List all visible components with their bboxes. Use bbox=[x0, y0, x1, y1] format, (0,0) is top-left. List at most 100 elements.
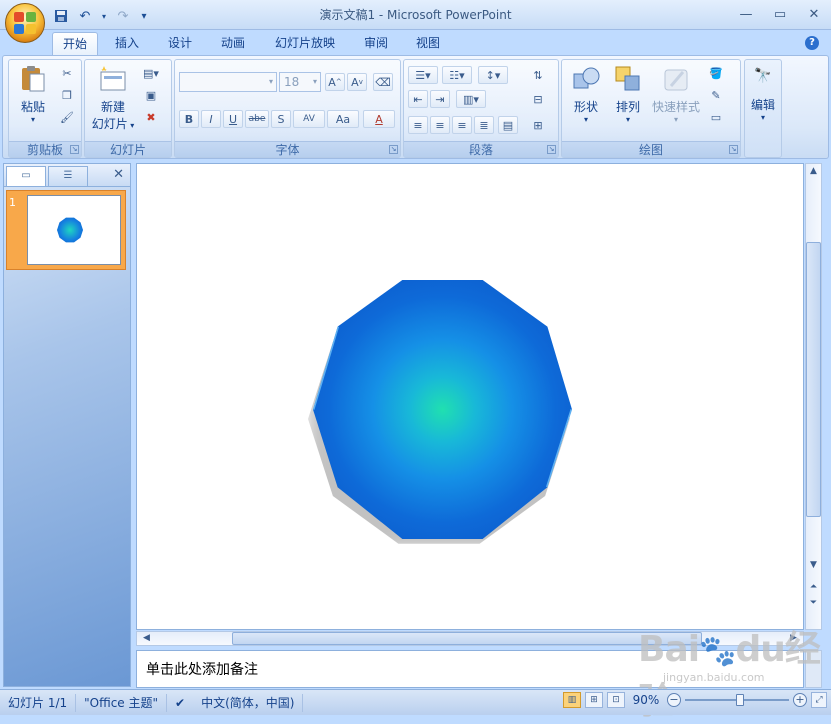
tab-slideshow[interactable]: 幻灯片放映 bbox=[265, 32, 345, 56]
char-spacing-button[interactable]: AV bbox=[293, 110, 325, 128]
reset-icon[interactable]: ▣ bbox=[141, 86, 161, 104]
increase-indent-icon[interactable]: ⇥ bbox=[430, 90, 450, 108]
numbering-icon[interactable]: ☷▾ bbox=[442, 66, 472, 84]
clipboard-group: 粘贴 ▾ ✂ ❐ 🖌 剪贴板 ↘ bbox=[8, 59, 82, 158]
slideshow-view-icon[interactable]: ⊡ bbox=[607, 692, 625, 708]
zoom-slider[interactable] bbox=[685, 693, 789, 707]
align-left-icon[interactable]: ≡ bbox=[408, 116, 428, 134]
paragraph-launcher-icon[interactable]: ↘ bbox=[547, 145, 556, 154]
shrink-font-icon[interactable]: Av bbox=[347, 73, 367, 91]
paste-button[interactable]: 粘贴 ▾ bbox=[13, 64, 53, 124]
shapes-button[interactable]: 形状 ▾ bbox=[566, 64, 606, 124]
shape-outline-icon[interactable]: ✎ bbox=[706, 86, 726, 104]
paste-dropdown-icon: ▾ bbox=[30, 115, 35, 124]
drawing-launcher-icon[interactable]: ↘ bbox=[729, 145, 738, 154]
align-center-icon[interactable]: ≡ bbox=[430, 116, 450, 134]
bullets-icon[interactable]: ☰▾ bbox=[408, 66, 438, 84]
outline-tab-icon[interactable]: ☰ bbox=[48, 166, 88, 186]
normal-view-icon[interactable]: ▥ bbox=[563, 692, 581, 708]
new-slide-label-1: 新建 bbox=[100, 100, 125, 114]
slide-indicator: 幻灯片 1/1 bbox=[0, 693, 77, 712]
tab-design[interactable]: 设计 bbox=[158, 32, 202, 56]
font-launcher-icon[interactable]: ↘ bbox=[389, 145, 398, 154]
quick-styles-button[interactable]: 快速样式 ▾ bbox=[650, 64, 702, 124]
close-panel-icon[interactable]: ✕ bbox=[113, 167, 124, 182]
panel-tabs: ▭ ☰ ✕ bbox=[3, 163, 131, 187]
font-name-combo[interactable]: ▾ bbox=[179, 72, 277, 92]
tab-animations[interactable]: 动画 bbox=[211, 32, 255, 56]
scroll-up-icon[interactable]: ▲ bbox=[806, 164, 821, 178]
layout-icon[interactable]: ▤▾ bbox=[141, 64, 161, 82]
paragraph-group-label: 段落 bbox=[404, 141, 558, 157]
smartart-icon[interactable]: ⊞ bbox=[528, 116, 548, 134]
strikethrough-button[interactable]: abe bbox=[245, 110, 269, 128]
format-painter-icon[interactable]: 🖌 bbox=[57, 108, 77, 126]
new-slide-button[interactable]: 新建 幻灯片 ▾ bbox=[89, 64, 137, 132]
tab-review[interactable]: 审阅 bbox=[354, 32, 398, 56]
align-text-icon[interactable]: ⊟ bbox=[528, 90, 548, 108]
scroll-left-icon[interactable]: ◀ bbox=[139, 632, 154, 645]
tab-insert[interactable]: 插入 bbox=[105, 32, 149, 56]
zoom-area: ▥ ⊞ ⊡ 90% − + ⤢ bbox=[563, 692, 827, 708]
justify-icon[interactable]: ≣ bbox=[474, 116, 494, 134]
bold-button[interactable]: B bbox=[179, 110, 199, 128]
vertical-scroll-thumb[interactable] bbox=[806, 242, 821, 517]
font-size-combo[interactable]: 18 ▾ bbox=[279, 72, 321, 92]
fit-to-window-icon[interactable]: ⤢ bbox=[811, 692, 827, 708]
prev-slide-icon[interactable]: ⏶ bbox=[806, 580, 821, 594]
shapes-label: 形状 bbox=[573, 100, 598, 114]
cut-icon[interactable]: ✂ bbox=[57, 64, 77, 82]
slides-group-label: 幻灯片 bbox=[85, 141, 171, 157]
scroll-down-icon[interactable]: ▼ bbox=[806, 558, 821, 572]
zoom-in-icon[interactable]: + bbox=[793, 693, 807, 707]
zoom-out-icon[interactable]: − bbox=[667, 693, 681, 707]
zoom-slider-knob[interactable] bbox=[736, 694, 744, 706]
minimize-icon[interactable]: — bbox=[729, 2, 763, 26]
slides-tab-icon[interactable]: ▭ bbox=[6, 166, 46, 186]
font-color-button[interactable]: A bbox=[363, 110, 395, 128]
window-title: 演示文稿1 - Microsoft PowerPoint bbox=[319, 8, 512, 22]
delete-slide-icon[interactable]: ✖ bbox=[141, 108, 161, 126]
quick-styles-icon bbox=[661, 64, 691, 94]
align-right-icon[interactable]: ≡ bbox=[452, 116, 472, 134]
clipboard-launcher-icon[interactable]: ↘ bbox=[70, 145, 79, 154]
zoom-level[interactable]: 90% bbox=[629, 693, 663, 707]
quick-styles-dropdown-icon: ▾ bbox=[673, 115, 678, 124]
paste-label: 粘贴 bbox=[20, 100, 45, 114]
line-spacing-icon[interactable]: ↕▾ bbox=[478, 66, 508, 84]
close-icon[interactable]: ✕ bbox=[797, 2, 831, 26]
decrease-indent-icon[interactable]: ⇤ bbox=[408, 90, 428, 108]
copy-icon[interactable]: ❐ bbox=[57, 86, 77, 104]
tab-home[interactable]: 开始 bbox=[52, 32, 99, 56]
spellcheck-icon[interactable]: ✔ bbox=[167, 694, 193, 712]
theme-indicator[interactable]: "Office 主题" bbox=[76, 693, 168, 712]
help-icon[interactable]: ? bbox=[805, 36, 819, 50]
slides-group: 新建 幻灯片 ▾ ▤▾ ▣ ✖ 幻灯片 bbox=[84, 59, 172, 158]
distributed-icon[interactable]: ▤ bbox=[498, 116, 518, 134]
shape-effects-icon[interactable]: ▭ bbox=[706, 108, 726, 126]
new-slide-dropdown-icon: ▾ bbox=[127, 121, 135, 130]
font-group-label: 字体 bbox=[175, 141, 400, 157]
italic-button[interactable]: I bbox=[201, 110, 221, 128]
office-button[interactable] bbox=[5, 3, 45, 43]
editing-button[interactable]: 🔭 编辑 ▾ bbox=[747, 68, 779, 122]
language-indicator[interactable]: 中文(简体，中国) bbox=[193, 693, 304, 712]
shadow-button[interactable]: S bbox=[271, 110, 291, 128]
tab-view[interactable]: 视图 bbox=[406, 32, 450, 56]
slide-sorter-view-icon[interactable]: ⊞ bbox=[585, 692, 603, 708]
editing-group: 🔭 编辑 ▾ bbox=[744, 59, 782, 158]
change-case-button[interactable]: Aa bbox=[327, 110, 359, 128]
restore-icon[interactable]: ▭ bbox=[763, 2, 797, 26]
text-direction-icon[interactable]: ⇅ bbox=[528, 66, 548, 84]
clear-format-icon[interactable]: ⌫ bbox=[373, 73, 393, 91]
window-controls: — ▭ ✕ bbox=[729, 2, 831, 26]
horizontal-scroll-thumb[interactable] bbox=[232, 632, 702, 645]
shape-fill-icon[interactable]: 🪣 bbox=[706, 64, 726, 82]
grow-font-icon[interactable]: A ^ bbox=[325, 73, 345, 91]
shapes-icon bbox=[571, 64, 601, 94]
arrange-button[interactable]: 排列 ▾ bbox=[608, 64, 648, 124]
font-name-dropdown-icon: ▾ bbox=[268, 77, 273, 86]
underline-button[interactable]: U bbox=[223, 110, 243, 128]
columns-icon[interactable]: ▥▾ bbox=[456, 90, 486, 108]
next-slide-icon[interactable]: ⏷ bbox=[806, 596, 821, 610]
